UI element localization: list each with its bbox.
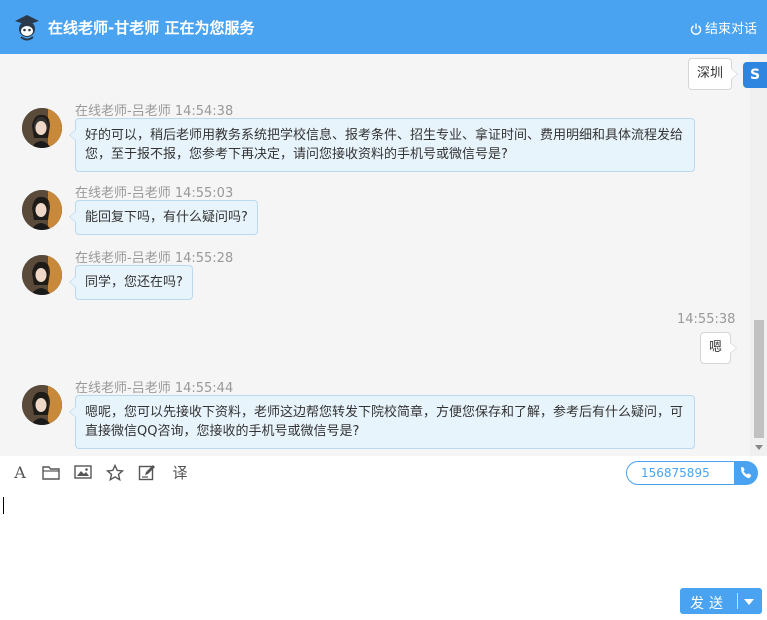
text-cursor (3, 497, 4, 514)
scroll-down-arrow-icon[interactable] (755, 445, 763, 450)
teacher-avatar-icon (22, 190, 62, 230)
message-text: 嗯呢，您可以先接收下资料，老师这边帮您转发下院校简章，方便您保存和了解，参考后有… (85, 405, 684, 439)
avatar (22, 385, 62, 425)
end-chat-label: 结束对话 (704, 22, 757, 37)
incoming-message: 嗯呢，您可以先接收下资料，老师这边帮您转发下院校简章，方便您保存和了解，参考后有… (69, 395, 695, 449)
call-button[interactable] (734, 461, 758, 485)
teacher-avatar-icon (22, 255, 62, 295)
message-text: 能回复下吗，有什么疑问吗? (85, 210, 248, 225)
star-icon[interactable] (105, 463, 125, 482)
avatar (22, 190, 62, 230)
outgoing-message: 深圳 (688, 58, 739, 90)
incoming-message: 同学，您还在吗? (69, 265, 193, 300)
mascot-logo-icon (15, 15, 39, 41)
translate-label: 译 (172, 464, 188, 482)
teacher-avatar-icon (22, 385, 62, 425)
avatar (22, 255, 62, 295)
message-meta: 在线老师-吕老师 14:55:44 (75, 381, 234, 396)
teacher-avatar-icon (22, 108, 62, 148)
message-meta: 在线老师-吕老师 14:54:38 (75, 104, 234, 119)
avatar (22, 108, 62, 148)
message-text: 好的可以，稍后老师用教务系统把学校信息、报考条件、招生专业、拿证时间、费用明细和… (85, 128, 684, 162)
edit-icon[interactable] (137, 464, 157, 482)
translate-button[interactable]: 译 (170, 464, 190, 482)
outgoing-message: 嗯 (700, 332, 738, 364)
message-text: 嗯 (709, 340, 723, 355)
font-glyph: A (14, 463, 26, 482)
message-meta: 在线老师-吕老师 14:55:03 (75, 186, 234, 201)
phone-input[interactable] (639, 465, 733, 481)
message-list[interactable]: 深圳 在线老师-吕老师 14:54:38 好的可以，稍后老师用教务系统把学校信息… (0, 54, 767, 456)
image-icon[interactable] (73, 464, 93, 482)
send-button[interactable]: 发送 (680, 588, 762, 614)
scrollbar-thumb[interactable] (754, 320, 764, 438)
message-text: 同学，您还在吗? (85, 275, 183, 290)
chat-header: 在线老师-甘老师 正在为您服务 结束对话 (0, 0, 767, 54)
chevron-down-icon[interactable] (744, 599, 754, 605)
incoming-message: 能回复下吗，有什么疑问吗? (69, 200, 258, 235)
folder-icon[interactable] (41, 464, 61, 482)
chat-title: 在线老师-甘老师 正在为您服务 (48, 19, 255, 37)
power-icon (690, 23, 702, 35)
send-label: 发送 (690, 596, 728, 612)
send-divider (737, 593, 738, 609)
message-meta: 在线老师-吕老师 14:55:28 (75, 251, 234, 266)
end-chat-button[interactable]: 结束对话 (690, 18, 757, 37)
message-time: 14:55:38 (677, 312, 736, 327)
message-text: 深圳 (697, 66, 724, 81)
message-input-area[interactable] (0, 490, 767, 580)
phone-icon (741, 466, 752, 479)
side-service-badge[interactable]: S (743, 62, 767, 88)
font-icon[interactable]: A (10, 464, 30, 482)
phone-input-box (626, 461, 735, 485)
incoming-message: 好的可以，稍后老师用教务系统把学校信息、报考条件、招生专业、拿证时间、费用明细和… (69, 118, 695, 172)
chat-scrollbar[interactable] (750, 54, 767, 456)
